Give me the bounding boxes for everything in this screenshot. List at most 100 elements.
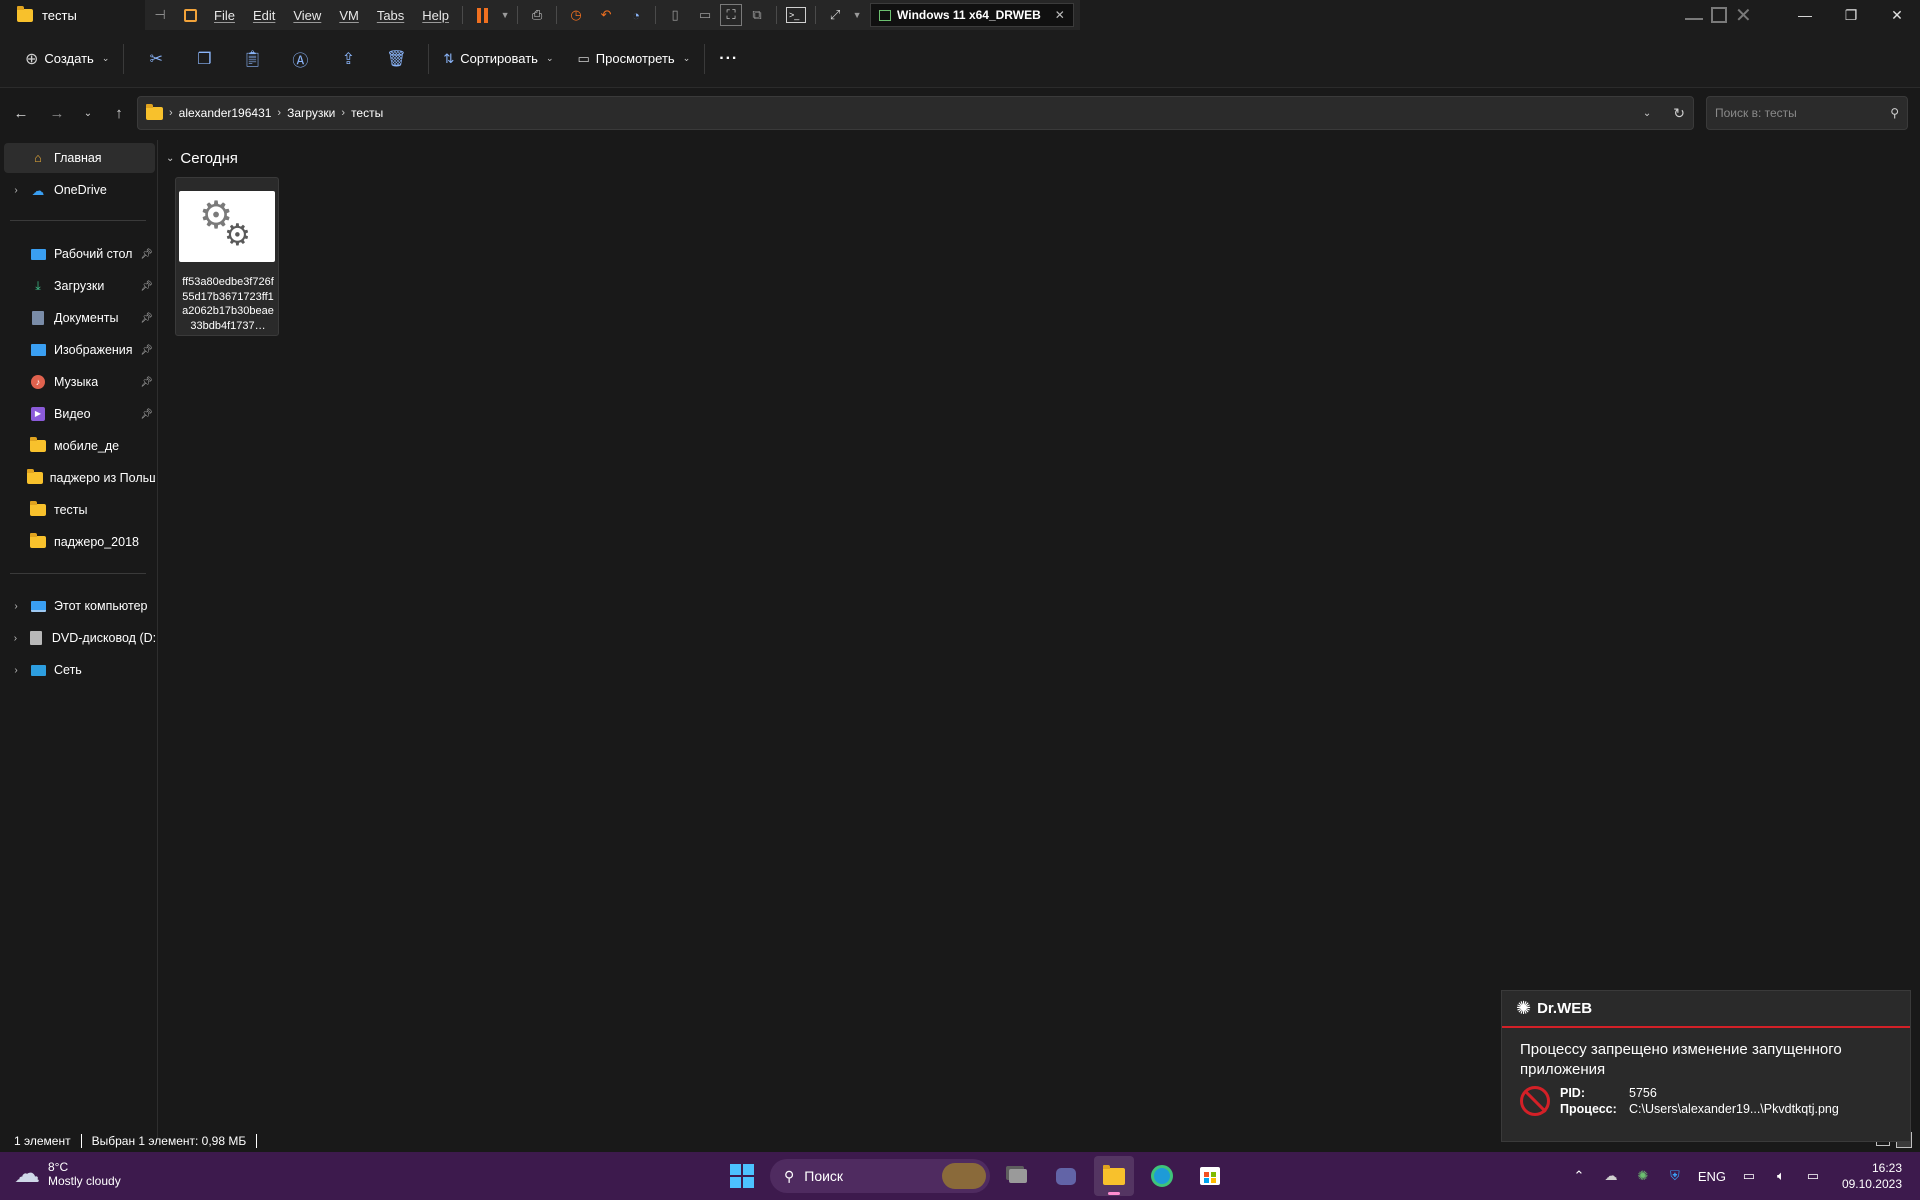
drweb-notification[interactable]: ✺ Dr.WEB Процессу запрещено изменение за…	[1501, 990, 1911, 1142]
volume-icon[interactable]: 🔈︎	[1768, 1161, 1794, 1191]
revert-snapshot-icon[interactable]: ↶	[591, 0, 621, 30]
menu-edit[interactable]: Edit	[244, 8, 284, 23]
fullscreen-icon[interactable]: ⛶	[720, 4, 743, 26]
forward-arrow-icon[interactable]: →	[39, 95, 75, 131]
paste-icon[interactable]: 📋︎	[228, 42, 276, 76]
search-box[interactable]: ⚲	[1706, 96, 1908, 130]
sort-button[interactable]: ⇅ Сортировать ⌄	[437, 42, 559, 76]
group-header[interactable]: ⌄ Сегодня	[166, 150, 238, 167]
expand-chevron-icon[interactable]: ›	[4, 665, 28, 676]
menu-vm[interactable]: VM	[330, 8, 368, 23]
pin-icon[interactable]: 📌︎	[140, 345, 153, 356]
pin-icon[interactable]: ⊣	[145, 0, 175, 30]
snapshot-manager-icon[interactable]: ◔	[621, 0, 651, 30]
thumbnail-bar-icon[interactable]: ▭	[690, 0, 720, 30]
pause-icon[interactable]	[467, 0, 497, 30]
sidebar-item-videos[interactable]: ▶ Видео 📌︎	[4, 399, 155, 429]
sidebar-item-music[interactable]: ♪ Музыка 📌︎	[4, 367, 155, 397]
breadcrumb-user[interactable]: alexander196431	[179, 106, 272, 120]
share-icon[interactable]: ⇪	[324, 42, 372, 76]
sidebar-item-home[interactable]: ⌂ Главная	[4, 143, 155, 173]
sidebar-item-desktop[interactable]: Рабочий стол 📌︎	[4, 239, 155, 269]
back-arrow-icon[interactable]: ←	[3, 95, 39, 131]
sidebar-item-onedrive[interactable]: › ☁ OneDrive	[4, 175, 155, 205]
gear-icon: ⚙	[224, 219, 251, 252]
network-icon[interactable]: ▭	[1736, 1161, 1762, 1191]
sidebar-item-dvd-drive[interactable]: › DVD-дисковод (D:)	[4, 623, 155, 653]
start-button[interactable]	[722, 1156, 762, 1196]
expand-chevron-icon[interactable]: ›	[4, 633, 27, 644]
chevron-up-icon[interactable]: ⌃	[1566, 1161, 1592, 1191]
pin-icon[interactable]: 📌︎	[140, 313, 153, 324]
console-icon[interactable]: >_	[781, 0, 811, 30]
sidebar-item-this-pc[interactable]: › Этот компьютер	[4, 591, 155, 621]
language-indicator[interactable]: ENG	[1694, 1161, 1730, 1191]
maximize-icon[interactable]: ❐	[1828, 0, 1874, 30]
pin-icon[interactable]: 📌︎	[140, 281, 153, 292]
security-shield-icon[interactable]: ⛨	[1662, 1161, 1688, 1191]
sidebar-item-folder-mobile[interactable]: мобиле_де	[4, 431, 155, 461]
recent-locations-icon[interactable]: ⌄	[75, 95, 101, 131]
weather-widget[interactable]: ☁ 8°C Mostly cloudy	[14, 1158, 121, 1189]
menu-tabs[interactable]: Tabs	[368, 8, 413, 23]
taskbar-search[interactable]: ⚲ Поиск	[770, 1159, 990, 1193]
sidebar-item-pictures[interactable]: Изображения 📌︎	[4, 335, 155, 365]
expand-chevron-icon[interactable]: ›	[4, 185, 28, 196]
sidebar-item-downloads[interactable]: ⤓ Загрузки 📌︎	[4, 271, 155, 301]
sidebar-item-documents[interactable]: Документы 📌︎	[4, 303, 155, 333]
store-icon[interactable]	[1190, 1156, 1230, 1196]
cut-icon[interactable]: ✂	[132, 42, 180, 76]
address-history-icon[interactable]: ⌄	[1643, 108, 1651, 119]
refresh-icon[interactable]: ↻	[1673, 105, 1685, 122]
close-vm-icon[interactable]: ✕	[1735, 3, 1752, 28]
rename-icon[interactable]: Ⓐ	[276, 42, 324, 76]
up-arrow-icon[interactable]: ↑	[101, 95, 137, 131]
view-button[interactable]: ▭ Просмотреть ⌄	[571, 42, 696, 76]
close-tab-icon[interactable]: ✕	[1055, 8, 1065, 22]
copy-icon[interactable]: ❐	[180, 42, 228, 76]
pin-icon[interactable]: 📌︎	[140, 377, 153, 388]
expand-chevron-icon[interactable]: ›	[4, 601, 28, 612]
sidebar-item-network[interactable]: › Сеть	[4, 655, 155, 685]
pin-icon[interactable]: 📌︎	[140, 409, 153, 420]
sidebar-item-folder-pajero-2018[interactable]: паджеро_2018	[4, 527, 155, 557]
unity-icon[interactable]: ⧉	[742, 0, 772, 30]
sidebar-item-folder-pajero-poland[interactable]: паджеро из Польши	[4, 463, 155, 493]
sidebar-item-folder-tests[interactable]: тесты	[4, 495, 155, 525]
plus-icon: ⊕	[25, 50, 39, 68]
stretch-dropdown-icon[interactable]: ▼	[850, 0, 864, 30]
search-icon[interactable]: ⚲	[1890, 106, 1899, 120]
minimize-icon[interactable]: —	[1782, 0, 1828, 30]
edge-browser-icon[interactable]	[1142, 1156, 1182, 1196]
stretch-icon[interactable]: ⤢	[820, 0, 850, 30]
breadcrumb-downloads[interactable]: Загрузки	[287, 106, 335, 120]
delete-icon[interactable]: 🗑︎	[372, 42, 420, 76]
vm-tab[interactable]: Windows 11 x64_DRWEB ✕	[870, 3, 1074, 27]
notification-details: PID: 5756 Процесс: C:\Users\alexander19.…	[1520, 1086, 1839, 1116]
restore-vm-icon[interactable]	[1711, 7, 1727, 23]
menu-file[interactable]: File	[205, 8, 244, 23]
pin-icon[interactable]: 📌︎	[140, 249, 153, 260]
close-icon[interactable]: ✕	[1874, 0, 1920, 30]
file-explorer-icon[interactable]	[1094, 1156, 1134, 1196]
sidebar-toggle-icon[interactable]: ▯	[660, 0, 690, 30]
drweb-tray-icon[interactable]: ✺	[1630, 1161, 1656, 1191]
more-options-button[interactable]: ···	[713, 42, 744, 76]
snapshot-icon[interactable]: ◷	[561, 0, 591, 30]
clock[interactable]: 16:23 09.10.2023	[1842, 1160, 1902, 1192]
teams-chat-icon[interactable]	[1046, 1156, 1086, 1196]
pause-dropdown-icon[interactable]: ▼	[497, 0, 513, 30]
menu-view[interactable]: View	[284, 8, 330, 23]
minimize-vm-icon[interactable]	[1685, 10, 1703, 20]
onedrive-offline-icon[interactable]: ☁	[1598, 1161, 1624, 1191]
vm-app-icon[interactable]	[175, 0, 205, 30]
task-view-icon[interactable]	[998, 1156, 1038, 1196]
new-button[interactable]: ⊕ Создать ⌄	[19, 42, 115, 76]
breadcrumb-current[interactable]: тесты	[351, 106, 383, 120]
address-bar[interactable]: › alexander196431 › Загрузки › тесты ⌄ ↻	[137, 96, 1694, 130]
file-item[interactable]: ⚙ ⚙ ff53a80edbe3f726f55d17b3671723ff1a20…	[175, 177, 279, 336]
send-keys-icon[interactable]: ⎙	[522, 0, 552, 30]
search-input[interactable]	[1715, 106, 1891, 120]
battery-icon[interactable]: ▭	[1800, 1161, 1826, 1191]
menu-help[interactable]: Help	[413, 8, 458, 23]
